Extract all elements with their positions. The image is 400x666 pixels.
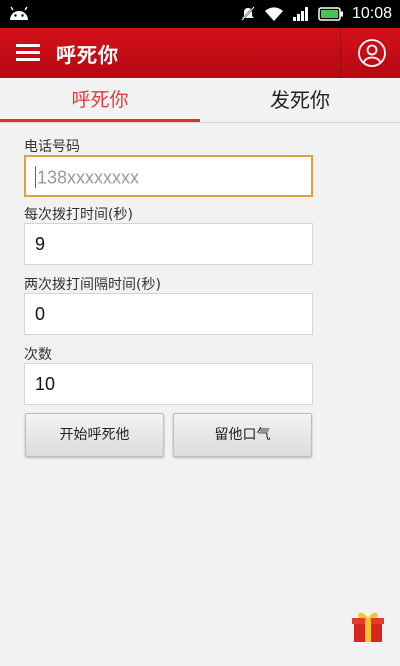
signal-icon [292,7,308,21]
gift-icon[interactable] [350,608,386,644]
status-time: 10:08 [351,5,392,22]
app-title: 呼死你 [56,43,119,67]
interval-label: 两次拨打间隔时间(秒) [24,277,161,293]
app-bar-divider [340,28,341,78]
text-cursor [35,166,36,189]
status-bar: 10:08 [0,0,400,28]
menu-icon[interactable] [16,42,40,62]
duration-input[interactable]: 9 [24,223,313,265]
start-call-button[interactable]: 开始呼死他 [25,413,164,457]
interval-input[interactable]: 0 [24,293,313,335]
phone-label: 电话号码 [24,139,80,155]
tab-indicator [0,119,200,122]
app-bar: 呼死你 [0,28,400,78]
count-label: 次数 [24,347,52,363]
notification-muted-icon [241,6,255,21]
tab-bar: 呼死你 发死你 [0,78,400,123]
duration-label: 每次拨打时间(秒) [24,207,133,223]
stop-button[interactable]: 留他口气 [173,413,312,457]
wifi-icon [264,7,283,21]
phone-input[interactable]: 138xxxxxxxx [24,155,313,197]
battery-icon [318,7,343,21]
user-icon[interactable] [357,38,387,68]
android-icon [10,6,28,20]
phone-placeholder: 138xxxxxxxx [37,167,140,188]
count-input[interactable]: 10 [24,363,313,405]
tab-call[interactable]: 呼死你 [0,78,200,122]
tab-sms[interactable]: 发死你 [200,78,400,122]
